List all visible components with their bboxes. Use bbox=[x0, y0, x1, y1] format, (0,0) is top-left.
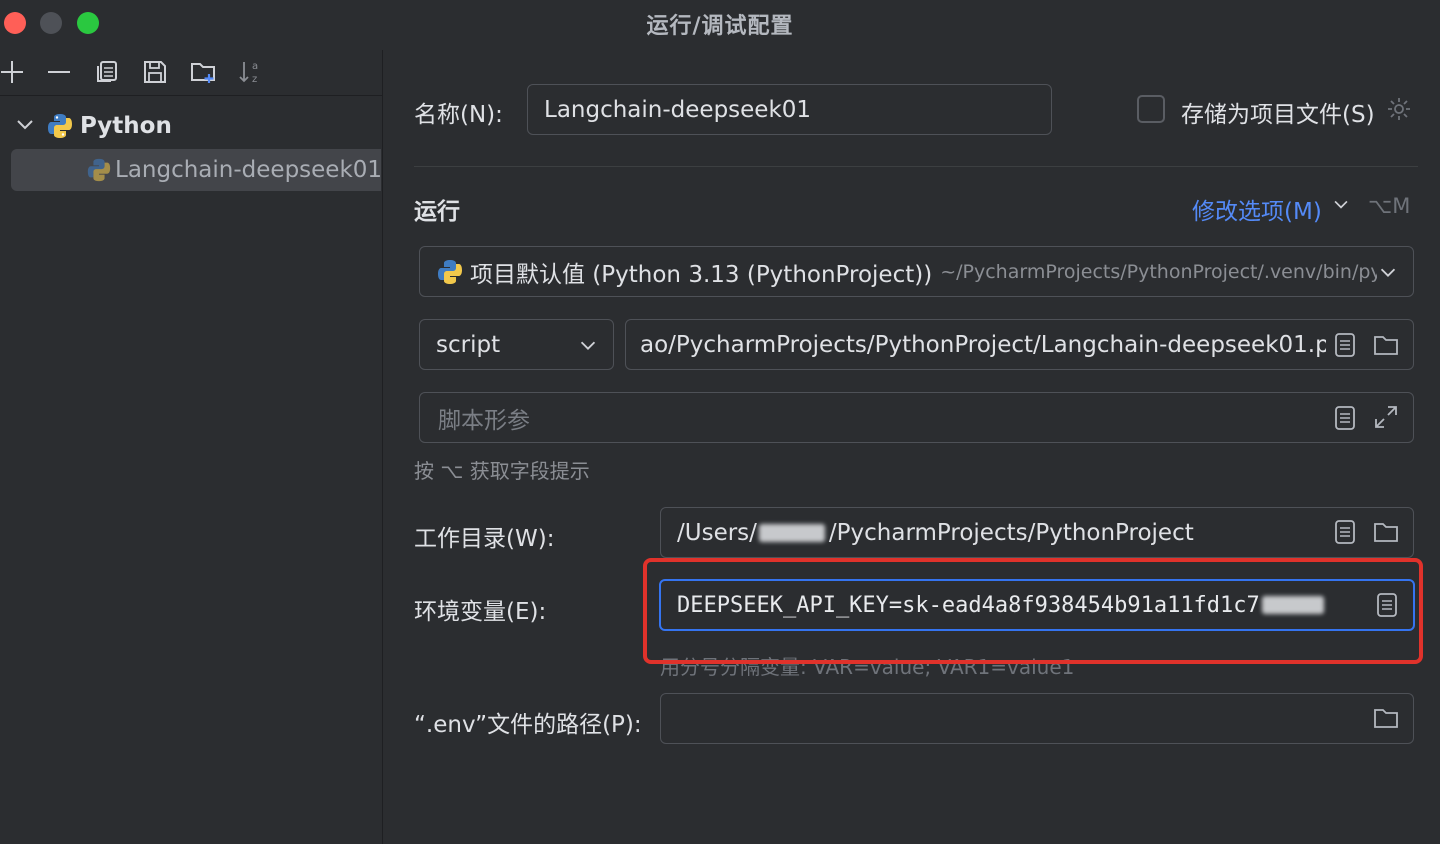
env-variables-label: 环境变量(E): bbox=[414, 599, 547, 625]
document-icon[interactable] bbox=[1332, 332, 1358, 358]
interpreter-select[interactable]: 项目默认值 (Python 3.13 (PythonProject)) ~/Py… bbox=[419, 246, 1414, 297]
working-directory-label: 工作目录(W): bbox=[414, 526, 555, 552]
dotenv-path-input[interactable] bbox=[660, 693, 1414, 744]
modify-options-shortcut: ⌥M bbox=[1368, 194, 1411, 218]
expand-icon[interactable] bbox=[1373, 404, 1399, 430]
python-file-icon bbox=[87, 158, 111, 182]
tree-item-langchain-deepseek01[interactable]: Langchain-deepseek01 bbox=[86, 152, 382, 188]
document-icon[interactable] bbox=[1332, 405, 1358, 431]
script-type-value: script bbox=[436, 331, 501, 358]
name-input[interactable]: Langchain-deepseek01 bbox=[527, 84, 1052, 135]
section-divider bbox=[414, 166, 1418, 167]
script-params-placeholder: 脚本形参 bbox=[438, 407, 530, 434]
run-section-title: 运行 bbox=[414, 199, 460, 225]
name-value: Langchain-deepseek01 bbox=[544, 96, 812, 123]
tree-group-python[interactable]: Python bbox=[14, 108, 172, 144]
new-folder-icon[interactable] bbox=[187, 56, 219, 88]
chevron-down-icon[interactable] bbox=[14, 113, 36, 139]
script-params-input[interactable]: 脚本形参 bbox=[419, 392, 1414, 443]
folder-icon[interactable] bbox=[1373, 705, 1399, 731]
redacted-username bbox=[757, 523, 829, 543]
store-as-project-file-label: 存储为项目文件(S) bbox=[1181, 102, 1375, 128]
annotation-highlight-box bbox=[643, 558, 1423, 664]
name-label: 名称(N): bbox=[414, 102, 503, 128]
gear-icon[interactable] bbox=[1386, 96, 1412, 122]
document-icon[interactable] bbox=[1332, 519, 1358, 545]
window-title: 运行/调试配置 bbox=[646, 14, 794, 39]
working-directory-suffix: /PycharmProjects/PythonProject bbox=[828, 519, 1194, 546]
svg-text:a: a bbox=[252, 61, 258, 72]
tree-group-label: Python bbox=[80, 113, 172, 139]
script-path-input[interactable]: ao/PycharmProjects/PythonProject/Langcha… bbox=[625, 319, 1414, 370]
svg-text:z: z bbox=[252, 74, 257, 85]
plus-icon[interactable] bbox=[0, 56, 28, 88]
chevron-down-icon[interactable] bbox=[576, 333, 600, 357]
working-directory-prefix: /Users/ bbox=[677, 519, 757, 546]
python-icon bbox=[48, 114, 72, 138]
store-as-project-file-checkbox[interactable] bbox=[1137, 95, 1165, 123]
interpreter-path: ~/PycharmProjects/PythonProject/.venv/bi… bbox=[940, 260, 1378, 283]
modify-options-link[interactable]: 修改选项(M) bbox=[1192, 192, 1322, 226]
folder-icon[interactable] bbox=[1373, 332, 1399, 358]
tree-item-label: Langchain-deepseek01 bbox=[115, 157, 383, 183]
title-bar: 运行/调试配置 bbox=[0, 0, 1440, 48]
minus-icon[interactable] bbox=[43, 56, 75, 88]
field-hint-text: 按 ⌥ 获取字段提示 bbox=[414, 459, 590, 483]
script-path-value: ao/PycharmProjects/PythonProject/Langcha… bbox=[640, 331, 1326, 358]
sort-icon[interactable]: az bbox=[235, 56, 267, 88]
chevron-down-icon[interactable] bbox=[1376, 260, 1400, 284]
toolbar-divider bbox=[0, 95, 382, 96]
dotenv-path-label: “.env”文件的路径(P): bbox=[414, 712, 642, 738]
interpreter-label: 项目默认值 (Python 3.13 (PythonProject)) bbox=[470, 261, 933, 288]
python-interpreter-icon bbox=[438, 259, 462, 284]
save-icon[interactable] bbox=[139, 56, 171, 88]
copy-icon[interactable] bbox=[91, 56, 123, 88]
chevron-down-icon[interactable] bbox=[1330, 193, 1352, 215]
working-directory-input[interactable]: /Users/ /PycharmProjects/PythonProject bbox=[660, 507, 1414, 558]
folder-icon[interactable] bbox=[1373, 519, 1399, 545]
